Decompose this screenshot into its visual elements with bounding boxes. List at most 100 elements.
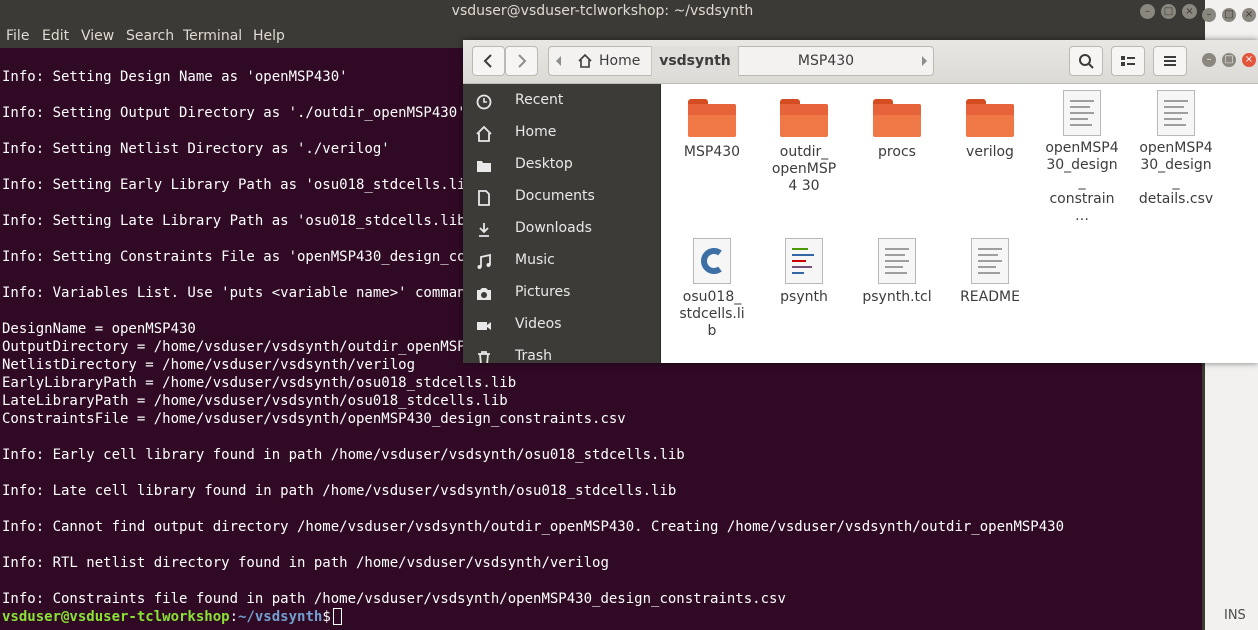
bg-minimize-button[interactable]: – xyxy=(1202,8,1216,22)
bg-maximize-button[interactable]: □ xyxy=(1222,8,1236,22)
file-name: openMSP4 30_design_ details.csv xyxy=(1138,140,1214,207)
file-item-verilog[interactable]: verilog xyxy=(947,93,1033,161)
places-sidebar: Recent Home Desktop Documents Downloads … xyxy=(463,84,661,363)
search-button[interactable] xyxy=(1069,46,1103,76)
video-icon xyxy=(477,322,491,330)
file-item-psynth[interactable]: psynth xyxy=(761,238,847,306)
sidebar-item-music[interactable]: Music xyxy=(463,246,660,278)
menu-button[interactable] xyxy=(1153,46,1187,76)
music-icon xyxy=(477,253,491,269)
home-icon xyxy=(578,53,592,68)
prompt-symbol: $ xyxy=(322,609,331,625)
hamburger-icon xyxy=(1164,56,1176,66)
terminal-line: Info: Constraints file found in path /ho… xyxy=(2,591,786,607)
breadcrumb-next[interactable]: MSP430 xyxy=(739,46,913,76)
terminal-line: Info: Late cell library found in path /h… xyxy=(2,483,677,499)
file-item-readme[interactable]: README xyxy=(947,238,1033,306)
text-file-icon xyxy=(1157,90,1195,136)
terminal-line: Info: Setting Early Library Path as 'osu… xyxy=(2,177,483,193)
sidebar-item-downloads[interactable]: Downloads xyxy=(463,214,660,246)
menu-view[interactable]: View xyxy=(81,28,114,44)
download-icon xyxy=(479,223,489,237)
terminal-line: Info: RTL netlist directory found in pat… xyxy=(2,555,609,571)
folder-icon xyxy=(688,99,736,137)
file-item-constraints-csv[interactable]: openMSP4 30_design_ constrain… xyxy=(1039,90,1125,225)
terminal-line: Info: Setting Output Directory as './out… xyxy=(2,105,466,121)
file-name: procs xyxy=(878,144,916,160)
text-file-icon xyxy=(971,238,1009,284)
terminal-prompt[interactable]: vsduser@vsduser-tclworkshop:~/vsdsynth$ xyxy=(2,608,342,626)
menu-file[interactable]: File xyxy=(6,28,29,44)
folder-icon xyxy=(873,99,921,137)
menu-help[interactable]: Help xyxy=(253,28,285,44)
menu-edit[interactable]: Edit xyxy=(42,28,69,44)
file-item-msp430[interactable]: MSP430 xyxy=(669,93,755,161)
breadcrumb-current[interactable]: vsdsynth xyxy=(651,46,739,76)
file-manager-headerbar: Home vsdsynth MSP430 – □ × xyxy=(463,40,1258,84)
home-icon xyxy=(476,125,492,142)
fm-close-button[interactable]: × xyxy=(1242,53,1256,67)
minimize-button[interactable]: – xyxy=(1140,4,1155,19)
file-item-outdir[interactable]: outdir_ openMSP4 30 xyxy=(761,93,847,195)
sidebar-item-label: Music xyxy=(515,252,555,268)
list-view-icon xyxy=(1121,56,1135,66)
terminal-line: Info: Setting Netlist Directory as './ve… xyxy=(2,141,390,157)
sidebar-item-label: Documents xyxy=(515,188,595,204)
menu-terminal[interactable]: Terminal xyxy=(183,28,242,44)
path-scroll-left-button[interactable] xyxy=(550,46,568,76)
file-item-osu018-lib[interactable]: osu018_ stdcells.lib xyxy=(669,238,755,340)
back-button[interactable] xyxy=(472,46,505,76)
file-name: psynth xyxy=(780,289,828,305)
left-triangle-icon xyxy=(556,56,561,66)
bg-close-button[interactable]: × xyxy=(1242,8,1256,22)
sidebar-item-label: Videos xyxy=(515,316,562,332)
document-icon xyxy=(478,190,490,206)
fm-minimize-button[interactable]: – xyxy=(1202,53,1216,67)
sidebar-item-documents[interactable]: Documents xyxy=(463,182,660,214)
fm-maximize-button[interactable]: □ xyxy=(1222,53,1236,67)
sidebar-item-videos[interactable]: Videos xyxy=(463,310,660,342)
terminal-line: OutputDirectory = /home/vsduser/vsdsynth… xyxy=(2,339,491,355)
terminal-line: DesignName = openMSP430 xyxy=(2,321,196,337)
trash-icon xyxy=(478,351,490,363)
insert-mode-indicator: INS xyxy=(1224,608,1246,623)
file-view: MSP430 outdir_ openMSP4 30 procs verilog… xyxy=(661,84,1258,363)
menu-search[interactable]: Search xyxy=(126,28,174,44)
sidebar-item-desktop[interactable]: Desktop xyxy=(463,150,660,182)
sidebar-item-label: Home xyxy=(515,124,557,140)
path-scroll-right-button[interactable] xyxy=(915,46,933,76)
window-title: vsduser@vsduser-tclworkshop: ~/vsdsynth xyxy=(451,3,754,19)
file-item-procs[interactable]: procs xyxy=(854,93,940,161)
sidebar-item-recent[interactable]: Recent xyxy=(463,86,660,118)
view-toggle-button[interactable] xyxy=(1111,46,1145,76)
close-button[interactable]: × xyxy=(1182,4,1197,19)
sidebar-item-trash[interactable]: Trash xyxy=(463,342,660,363)
c-letter-icon xyxy=(701,248,722,274)
terminal-line: Info: Setting Late Library Path as 'osu0… xyxy=(2,213,475,229)
search-icon xyxy=(1079,54,1094,69)
text-file-icon xyxy=(878,238,916,284)
maximize-button[interactable]: □ xyxy=(1161,4,1176,19)
file-name: verilog xyxy=(966,144,1014,160)
prompt-colon: : xyxy=(229,609,239,625)
file-item-details-csv[interactable]: openMSP4 30_design_ details.csv xyxy=(1133,90,1219,208)
sidebar-item-pictures[interactable]: Pictures xyxy=(463,278,660,310)
prompt-path: ~/vsdsynth xyxy=(238,609,323,625)
script-file-icon xyxy=(785,238,823,284)
terminal-line: ConstraintsFile = /home/vsduser/vsdsynth… xyxy=(2,411,626,427)
sidebar-item-label: Downloads xyxy=(515,220,592,236)
sidebar-item-home[interactable]: Home xyxy=(463,118,660,150)
terminal-line: Info: Setting Design Name as 'openMSP430… xyxy=(2,69,348,85)
breadcrumb-home-label: Home xyxy=(599,53,641,69)
terminal-line: Info: Cannot find output directory /home… xyxy=(2,519,1065,535)
file-name: README xyxy=(960,289,1020,305)
breadcrumb-home[interactable]: Home xyxy=(571,46,651,76)
file-name: MSP430 xyxy=(683,144,741,160)
forward-arrow-icon xyxy=(518,54,527,68)
file-item-psynth-tcl[interactable]: psynth.tcl xyxy=(854,238,940,306)
folder-icon xyxy=(780,99,828,137)
forward-button[interactable] xyxy=(505,46,538,76)
terminal-titlebar: vsduser@vsduser-tclworkshop: ~/vsdsynth … xyxy=(0,0,1205,24)
camera-icon xyxy=(477,288,491,300)
file-name: psynth.tcl xyxy=(862,289,932,305)
